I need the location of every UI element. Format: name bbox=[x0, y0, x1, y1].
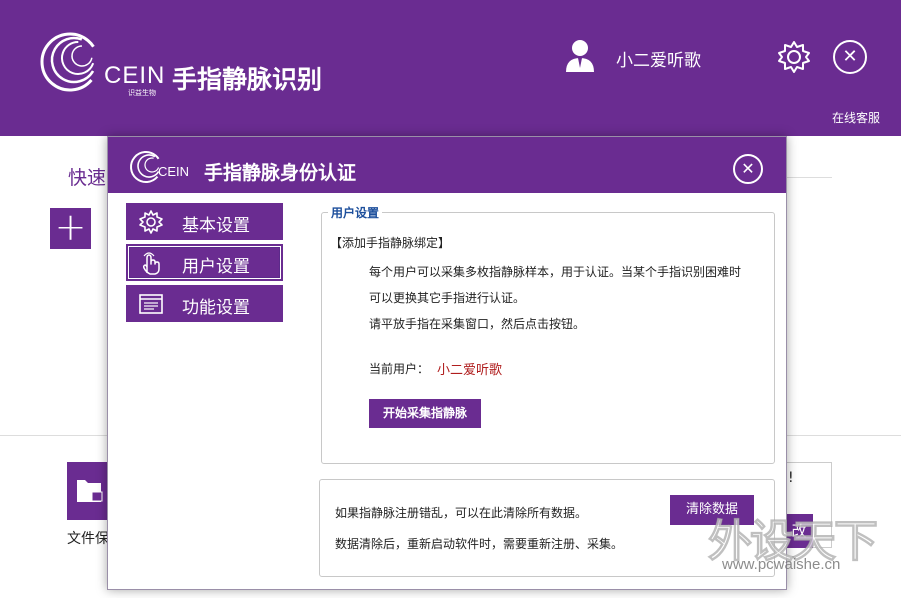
user-settings-legend: 用户设置 bbox=[328, 204, 383, 221]
clear-data-group bbox=[319, 479, 775, 577]
side-card-mark: ! bbox=[788, 470, 794, 486]
quick-label: 快速 bbox=[68, 167, 107, 189]
nav-user-settings[interactable]: 用户设置 bbox=[126, 244, 283, 281]
instruction-line-2: 可以更换其它手指进行认证。 bbox=[369, 291, 526, 305]
finger-vein-dialog: CEIN 手指静脉身份认证 ✕ 基本设置 用户设置 功能设置 用户设置 【添加手… bbox=[107, 136, 787, 590]
current-user-value: 小二爱听歌 bbox=[437, 363, 503, 378]
clear-info-line-1: 如果指静脉注册错乱，可以在此清除所有数据。 bbox=[335, 506, 588, 520]
start-capture-button[interactable]: 开始采集指静脉 bbox=[369, 399, 481, 428]
instruction-line-1: 每个用户可以采集多枚指静脉样本，用于认证。当某个手指识别困难时 bbox=[369, 265, 742, 279]
nav-label: 功能设置 bbox=[182, 298, 250, 318]
header-username[interactable]: 小二爱听歌 bbox=[616, 46, 701, 71]
dialog-title: 手指静脉身份认证 bbox=[204, 162, 357, 184]
gear-icon[interactable] bbox=[776, 39, 812, 75]
online-service-link[interactable]: 在线客服 bbox=[832, 109, 880, 126]
brand-text: CEIN bbox=[104, 62, 166, 89]
gear-icon bbox=[139, 210, 163, 234]
user-avatar-icon bbox=[566, 40, 594, 72]
instruction-line-3: 请平放手指在采集窗口，然后点击按钮。 bbox=[369, 317, 586, 331]
nav-label: 基本设置 bbox=[182, 216, 250, 236]
app-title: 手指静脉识别 bbox=[172, 65, 323, 94]
file-protect-icon[interactable] bbox=[67, 462, 111, 520]
main-close-button[interactable]: ✕ bbox=[833, 40, 867, 74]
nav-basic-settings[interactable]: 基本设置 bbox=[126, 203, 283, 240]
watermark-url: www.pcwaishe.cn bbox=[722, 556, 841, 573]
dialog-brand-text: CEIN bbox=[158, 164, 190, 179]
dialog-header: CEIN 手指静脉身份认证 ✕ bbox=[108, 137, 786, 193]
folder-lock-icon bbox=[77, 480, 103, 502]
file-protect-label: 文件保 bbox=[67, 531, 109, 547]
nav-label: 用户设置 bbox=[182, 257, 250, 277]
finger-touch-icon bbox=[142, 252, 160, 275]
add-button[interactable]: + bbox=[50, 208, 91, 249]
brand-subtext: 识益生物 bbox=[128, 89, 156, 97]
nav-function-settings[interactable]: 功能设置 bbox=[126, 285, 283, 322]
panel-window-icon bbox=[139, 294, 163, 314]
section-title: 【添加手指静脉绑定】 bbox=[330, 236, 451, 250]
current-user-label: 当前用户： bbox=[369, 362, 430, 376]
clear-info-line-2: 数据清除后，重新启动软件时，需要重新注册、采集。 bbox=[335, 537, 624, 551]
dialog-close-button[interactable]: ✕ bbox=[733, 154, 763, 184]
